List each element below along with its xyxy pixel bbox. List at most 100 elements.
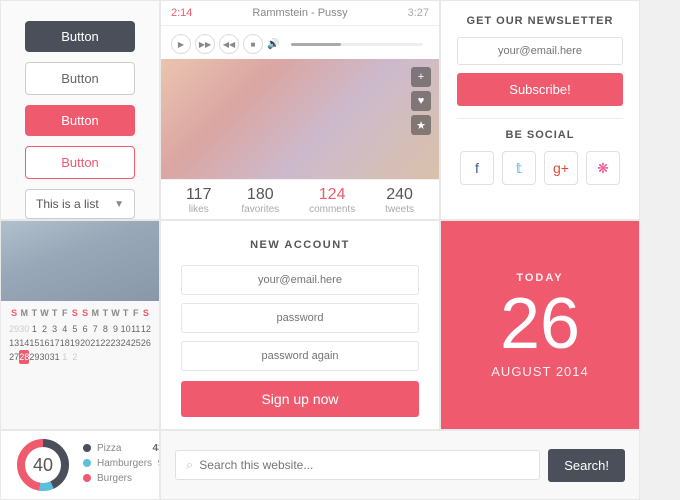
cal-cell[interactable]: 2	[70, 350, 80, 364]
media-player-panel: 2:14 Rammstein - Pussy 3:27 ▶ ▶▶ ◀◀ ■ 🔊 …	[160, 0, 440, 220]
cal-cell[interactable]: 18	[60, 336, 70, 350]
prev-button[interactable]: ◀◀	[219, 34, 239, 54]
signup-button[interactable]: Sign up now	[181, 381, 419, 417]
cal-cell[interactable]: 22	[100, 336, 110, 350]
cal-cell[interactable]: 1	[29, 322, 39, 336]
calendar-image-bg	[1, 221, 159, 301]
cal-cell[interactable]: 29	[9, 322, 19, 336]
cal-header-tue1: T	[29, 307, 39, 319]
cal-header-tue2: T	[100, 307, 110, 319]
facebook-icon[interactable]: f	[460, 151, 494, 185]
newsletter-title: GET OUR NEWSLETTER	[467, 15, 614, 27]
cal-cell[interactable]: 3	[50, 322, 60, 336]
legend-burgers-label: Burgers	[97, 473, 132, 484]
comments-label: comments	[309, 204, 355, 215]
cal-header-wed2: W	[110, 307, 120, 319]
favorites-stat: 180 favorites	[241, 186, 279, 215]
likes-stat: 117 likes	[186, 186, 212, 215]
legend-pizza: Pizza 43%	[83, 443, 160, 454]
today-label: TODAY	[516, 272, 563, 284]
cal-cell[interactable]: 13	[9, 336, 19, 350]
cal-cell[interactable]: 12	[141, 322, 151, 336]
star-icon[interactable]: ★	[411, 115, 431, 135]
next-button[interactable]: ▶▶	[195, 34, 215, 54]
legend-hamburgers-label: Hamburgers	[97, 458, 152, 469]
heart-icon[interactable]: ♥	[411, 91, 431, 111]
cal-cell[interactable]: 5	[70, 322, 80, 336]
volume-icon: 🔊	[267, 39, 279, 50]
google-plus-icon[interactable]: g+	[544, 151, 578, 185]
cal-cell[interactable]: 21	[90, 336, 100, 350]
pink-outline-button[interactable]: Button	[25, 146, 135, 179]
cal-cell[interactable]: 10	[121, 322, 131, 336]
search-button[interactable]: Search!	[548, 449, 625, 482]
account-email-input[interactable]	[181, 265, 419, 295]
today-number: 26	[500, 288, 580, 360]
stop-button[interactable]: ■	[243, 34, 263, 54]
progress-bar[interactable]	[291, 43, 423, 46]
legend-burgers-dot	[83, 474, 91, 482]
outline-gray-button[interactable]: Button	[25, 62, 135, 95]
cal-cell[interactable]: 31	[50, 350, 60, 364]
cal-cell[interactable]: 17	[50, 336, 60, 350]
cal-cell[interactable]: 8	[100, 322, 110, 336]
calendar-row-1: 29 30 1 2 3 4 5 6 7 8 9 10 11 12	[9, 322, 151, 336]
add-icon[interactable]: +	[411, 67, 431, 87]
cal-cell[interactable]: 7	[90, 322, 100, 336]
subscribe-button[interactable]: Subscribe!	[457, 73, 623, 106]
cal-cell[interactable]: 30	[39, 350, 49, 364]
cal-header-fri1: F	[60, 307, 70, 319]
cal-cell[interactable]: 23	[110, 336, 120, 350]
cal-cell[interactable]: 6	[80, 322, 90, 336]
cal-header-sun1: S	[9, 307, 19, 319]
play-button[interactable]: ▶	[171, 34, 191, 54]
legend-pizza-pct: 43%	[152, 443, 160, 454]
pink-solid-button[interactable]: Button	[25, 105, 135, 136]
player-track-title: Rammstein - Pussy	[252, 7, 347, 19]
cal-cell[interactable]: 29	[29, 350, 39, 364]
cal-cell[interactable]: 4	[60, 322, 70, 336]
cal-cell[interactable]: 19	[70, 336, 80, 350]
cal-cell[interactable]: 2	[39, 322, 49, 336]
cal-cell[interactable]: 9	[110, 322, 120, 336]
cal-cell-today[interactable]: 28	[19, 350, 29, 364]
dribbble-icon[interactable]: ❋	[586, 151, 620, 185]
cal-cell[interactable]: 30	[19, 322, 29, 336]
cal-cell[interactable]: 27	[9, 350, 19, 364]
image-overlay	[161, 59, 439, 179]
cal-header-fri2: F	[131, 307, 141, 319]
dark-button[interactable]: Button	[25, 21, 135, 52]
cal-cell[interactable]: 1	[60, 350, 70, 364]
buttons-panel: Button Button Button Button This is a li…	[0, 0, 160, 220]
cal-cell[interactable]: 20	[80, 336, 90, 350]
cal-cell[interactable]: 15	[29, 336, 39, 350]
favorites-number: 180	[241, 186, 279, 204]
cal-cell[interactable]: 26	[141, 336, 151, 350]
calendar: S M T W T F S S M T W T F S 29 30 1 2	[1, 301, 159, 370]
cal-cell[interactable]: 24	[121, 336, 131, 350]
search-input[interactable]	[199, 458, 529, 472]
cal-cell[interactable]: 14	[19, 336, 29, 350]
cal-cell-empty	[131, 350, 141, 364]
newsletter-email-input[interactable]	[457, 37, 623, 65]
cal-header-sat2: S	[141, 307, 151, 319]
newsletter-panel: GET OUR NEWSLETTER Subscribe! BE SOCIAL …	[440, 0, 640, 220]
cal-header-thu1: T	[50, 307, 60, 319]
dropdown-button[interactable]: This is a list ▼	[25, 189, 135, 219]
player-controls: ▶ ▶▶ ◀◀ ■ 🔊	[161, 29, 439, 59]
comments-stat: 124 comments	[309, 186, 355, 215]
twitter-icon[interactable]: 𝕥	[502, 151, 536, 185]
cal-header-sun2: S	[80, 307, 90, 319]
progress-fill	[291, 43, 341, 46]
cal-cell[interactable]: 16	[39, 336, 49, 350]
cal-cell[interactable]: 25	[131, 336, 141, 350]
calendar-row-3: 27 28 29 30 31 1 2	[9, 350, 151, 364]
cal-cell[interactable]: 11	[131, 322, 141, 336]
account-password-input[interactable]	[181, 303, 419, 333]
cal-cell-empty	[110, 350, 120, 364]
account-password2-input[interactable]	[181, 341, 419, 371]
today-month-year: AUGUST 2014	[491, 364, 588, 379]
chart-panel: 40 Pizza 43% Hamburgers 9% Burgers	[0, 430, 160, 500]
legend-pizza-dot	[83, 444, 91, 452]
likes-label: likes	[186, 204, 212, 215]
